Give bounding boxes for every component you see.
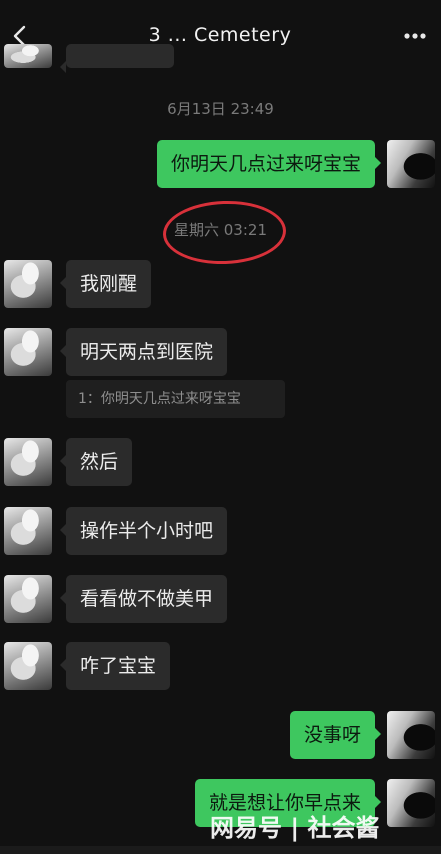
timestamp-label: 6月13日 23:49 (167, 100, 274, 118)
message-bubble-incoming[interactable]: 操作半个小时吧 (59, 507, 228, 555)
chat-title: 3 ... Cemetery (148, 24, 292, 46)
my-avatar[interactable] (387, 140, 435, 188)
message-bubble-incoming[interactable]: 明天两点到医院 (59, 328, 228, 376)
input-bar-edge (0, 846, 441, 854)
contact-avatar[interactable] (4, 575, 52, 623)
contact-avatar[interactable] (4, 260, 52, 308)
red-highlight-circle (161, 198, 288, 267)
message-bubble-incoming[interactable]: 看看做不做美甲 (59, 575, 228, 623)
watermark: 网易号 | 社会酱 (210, 814, 380, 842)
contact-avatar[interactable] (4, 507, 52, 555)
message-bubble-incoming[interactable]: 我刚醒 (59, 260, 152, 308)
my-avatar[interactable] (387, 711, 435, 759)
contact-avatar[interactable] (4, 642, 52, 690)
contact-avatar[interactable] (4, 328, 52, 376)
message-bubble-outgoing[interactable]: 你明天几点过来呀宝宝 (156, 140, 382, 188)
message-bubble-partial (60, 44, 174, 73)
contact-avatar[interactable] (4, 438, 52, 486)
message-bubble-outgoing[interactable]: 没事呀 (289, 711, 382, 759)
message-bubble-incoming[interactable]: 然后 (59, 438, 133, 486)
message-bubble-incoming[interactable]: 咋了宝宝 (59, 642, 171, 690)
more-options-icon[interactable] (403, 28, 427, 44)
contact-avatar[interactable] (4, 44, 52, 68)
quoted-reply[interactable]: 1：你明天几点过来呀宝宝 (66, 380, 285, 418)
